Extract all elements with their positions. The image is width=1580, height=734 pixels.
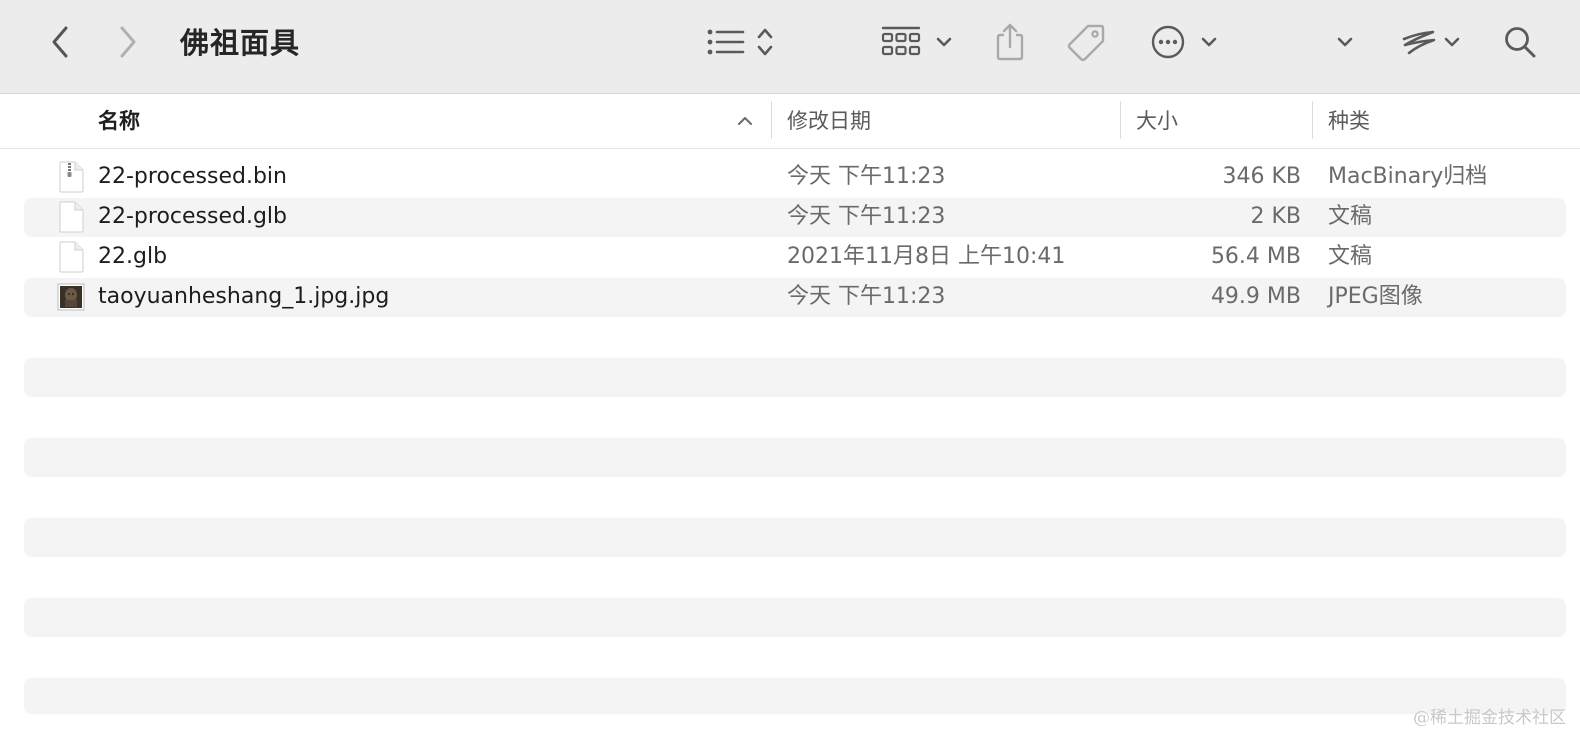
column-divider[interactable] — [771, 101, 772, 139]
file-row[interactable]: 22-processed.glb 今天 下午11:23 2 KB 文稿 — [24, 198, 1566, 237]
list-view-icon — [707, 29, 745, 55]
chevron-down-icon — [936, 37, 952, 47]
empty-row — [24, 358, 1566, 397]
sort-ascending-icon[interactable] — [737, 116, 753, 126]
file-row[interactable]: 22-processed.bin 今天 下午11:23 346 KB MacBi… — [24, 158, 1566, 197]
file-name: 22-processed.bin — [98, 164, 287, 189]
empty-row — [24, 438, 1566, 477]
document-icon — [59, 201, 84, 233]
more-icon — [1151, 25, 1185, 59]
file-kind: 文稿 — [1328, 204, 1373, 229]
file-name: 22.glb — [98, 244, 168, 269]
file-date: 2021年11月8日 上午10:41 — [787, 244, 1066, 269]
forward-button[interactable] — [112, 22, 144, 62]
overflow-dropdown-button[interactable] — [1330, 28, 1360, 56]
column-date-header[interactable]: 修改日期 — [787, 105, 871, 135]
file-row[interactable]: 22.glb 2021年11月8日 上午10:41 56.4 MB 文稿 — [24, 238, 1566, 277]
column-kind-header[interactable]: 种类 — [1328, 105, 1370, 135]
document-icon — [59, 241, 84, 273]
file-size: 346 KB — [1222, 164, 1301, 189]
window-title: 佛祖面具 — [180, 26, 301, 60]
file-name: taoyuanheshang_1.jpg.jpg — [98, 284, 390, 309]
file-date: 今天 下午11:23 — [787, 204, 946, 229]
watermark: @稀土掘金技术社区 — [1413, 708, 1566, 728]
empty-row — [24, 598, 1566, 637]
column-divider[interactable] — [1312, 101, 1313, 139]
more-actions-button[interactable] — [1148, 20, 1220, 64]
file-size: 49.9 MB — [1210, 284, 1301, 309]
scribble-icon — [1402, 30, 1436, 55]
back-chevron-icon — [52, 26, 68, 58]
file-date: 今天 下午11:23 — [787, 164, 946, 189]
file-date: 今天 下午11:23 — [787, 284, 946, 309]
chevron-down-icon — [1337, 37, 1353, 47]
column-divider[interactable] — [1120, 101, 1121, 139]
share-icon — [996, 23, 1024, 61]
chevron-down-icon — [1201, 37, 1217, 47]
file-size: 56.4 MB — [1210, 244, 1301, 269]
markup-button[interactable] — [1396, 20, 1466, 64]
tag-icon — [1067, 24, 1105, 62]
column-header: 名称 修改日期 大小 种类 — [0, 95, 1580, 149]
icon-grid-icon — [881, 26, 921, 56]
chevron-down-icon — [1444, 37, 1460, 47]
group-button[interactable] — [880, 20, 954, 64]
share-button[interactable] — [990, 18, 1030, 64]
search-icon — [1505, 27, 1536, 58]
empty-row — [24, 678, 1566, 714]
file-kind: JPEG图像 — [1328, 284, 1423, 309]
file-name: 22-processed.glb — [98, 204, 288, 229]
image-thumbnail-icon — [57, 283, 85, 311]
forward-chevron-icon — [120, 26, 136, 58]
empty-row — [24, 518, 1566, 557]
updown-chevron-icon — [757, 28, 773, 56]
column-size-header[interactable]: 大小 — [1136, 105, 1178, 135]
file-kind: MacBinary归档 — [1328, 164, 1488, 189]
back-button[interactable] — [44, 22, 76, 62]
view-mode-button[interactable] — [700, 20, 780, 64]
toolbar: 佛祖面具 — [0, 0, 1580, 94]
search-button[interactable] — [1500, 22, 1540, 62]
file-size: 2 KB — [1250, 204, 1301, 229]
tag-button[interactable] — [1064, 20, 1108, 64]
zip-archive-icon — [59, 161, 84, 193]
column-name-header[interactable]: 名称 — [98, 105, 140, 135]
file-row[interactable]: taoyuanheshang_1.jpg.jpg 今天 下午11:23 49.9… — [24, 278, 1566, 317]
file-kind: 文稿 — [1328, 244, 1373, 269]
